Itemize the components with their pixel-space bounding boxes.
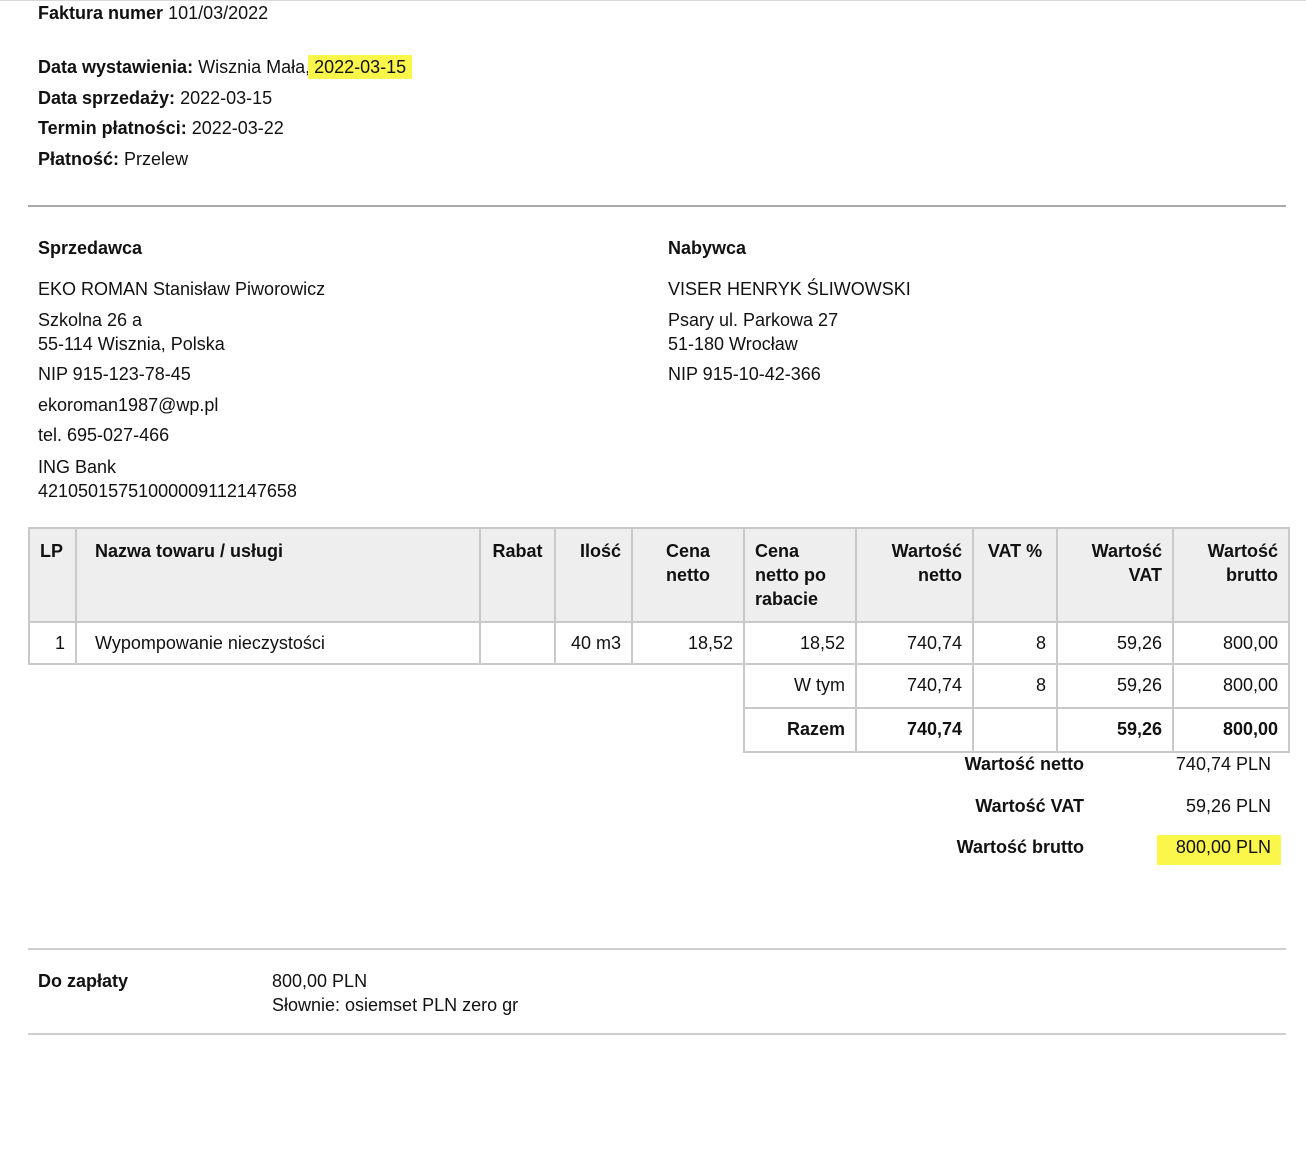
summary-net-label: Wartość netto [964,754,1084,774]
table-row: 1 Wypompowanie nieczystości 40 m3 18,52 … [28,621,1290,665]
payment-method: Przelew [124,149,189,169]
buyer-nip: NIP 915-10-42-366 [668,364,821,384]
cell-name: Wypompowanie nieczystości [75,621,481,665]
seller-city: 55-114 Wisznia, Polska [38,334,225,354]
summary-gross-value: 800,00 PLN [1175,837,1271,857]
seller-nip: NIP 915-123-78-45 [38,364,191,384]
payment-method-line: Płatność: Przelew [38,148,188,170]
col-header-lp: LP [28,527,77,623]
col-header-discount: Rabat [479,527,556,623]
col-header-vat-rate: VAT % [972,527,1058,623]
seller-name: EKO ROMAN Stanisław Piworowicz [38,279,326,299]
issue-place: Wisznia Mała, [198,57,311,77]
buyer-heading: Nabywca [668,238,747,258]
sale-date-label: Data sprzedaży: [38,88,176,108]
total-vat: 59,26 [1056,707,1174,753]
subtotal-row: W tym 740,74 8 59,26 800,00 [29,663,1290,709]
seller-street: Szkolna 26 a [38,310,143,330]
subtotal-vat: 59,26 [1056,663,1174,709]
col-header-qty: Ilość [554,527,633,623]
payment-divider-bottom [28,1033,1286,1035]
seller-heading: Sprzedawca [38,238,143,258]
total-gross: 800,00 [1172,707,1290,753]
amount-due-label: Do zapłaty [38,971,129,991]
buyer-name: VISER HENRYK ŚLIWOWSKI [668,279,911,299]
cell-price-after: 18,52 [743,621,857,665]
total-vat-rate [972,707,1058,753]
subtotal-gross: 800,00 [1172,663,1290,709]
invoice-title: Faktura numer 101/03/2022 [38,2,268,24]
due-date: 2022-03-22 [191,118,284,138]
sale-date: 2022-03-15 [180,88,273,108]
page-top-edge [0,0,1306,1]
issue-date-line: Data wystawienia: Wisznia Mała, 2022-03-1… [38,55,413,79]
col-header-gross: Wartość brutto [1172,527,1290,623]
amount-in-words: Słownie: osiemset PLN zero gr [272,995,519,1015]
payment-divider-top [28,948,1286,950]
subtotal-label: W tym [743,663,857,709]
cell-price: 18,52 [631,621,745,665]
total-label: Razem [743,707,857,753]
due-date-label: Termin płatności: [38,118,187,138]
summary-gross-label: Wartość brutto [956,837,1084,857]
col-header-price-after: Cena netto po rabacie [743,527,857,623]
items-table: LP Nazwa towaru / usługi Rabat Ilość Cen… [28,527,1290,753]
summary-vat-label: Wartość VAT [975,796,1084,816]
seller-phone: tel. 695-027-466 [38,425,170,445]
invoice-number: 101/03/2022 [168,3,269,23]
cell-gross: 800,00 [1172,621,1290,665]
header-divider [28,205,1286,207]
col-header-name: Nazwa towaru / usługi [75,527,481,623]
cell-vat: 59,26 [1056,621,1174,665]
subtotal-vat-rate: 8 [972,663,1058,709]
due-date-line: Termin płatności: 2022-03-22 [38,117,284,139]
summary-vat-value: 59,26 PLN [1185,796,1271,816]
seller-account: 42105015751000009112147658 [38,481,297,501]
table-header-row: LP Nazwa towaru / usługi Rabat Ilość Cen… [28,527,1290,623]
issue-date-highlighted: 2022-03-15 [308,55,413,79]
col-header-vat: Wartość VAT [1056,527,1174,623]
col-header-net: Wartość netto [855,527,974,623]
cell-lp: 1 [28,621,77,665]
amount-due-value: 800,00 PLN [272,971,368,991]
seller-bank: ING Bank [38,457,117,477]
sale-date-line: Data sprzedaży: 2022-03-15 [38,87,272,109]
issue-date-label: Data wystawienia: [38,57,194,77]
cell-net: 740,74 [855,621,974,665]
total-net: 740,74 [855,707,974,753]
buyer-city: 51-180 Wrocław [668,334,798,354]
seller-email: ekoroman1987@wp.pl [38,395,219,415]
cell-discount [479,621,556,665]
cell-qty: 40 m3 [554,621,633,665]
buyer-street: Psary ul. Parkowa 27 [668,310,839,330]
summary-net-value: 740,74 PLN [1175,754,1271,774]
payment-method-label: Płatność: [38,149,120,169]
cell-vat-rate: 8 [972,621,1058,665]
col-header-price: Cena netto [631,527,745,623]
invoice-number-label: Faktura numer [38,3,164,23]
total-row: Razem 740,74 59,26 800,00 [29,707,1290,753]
subtotal-net: 740,74 [855,663,974,709]
